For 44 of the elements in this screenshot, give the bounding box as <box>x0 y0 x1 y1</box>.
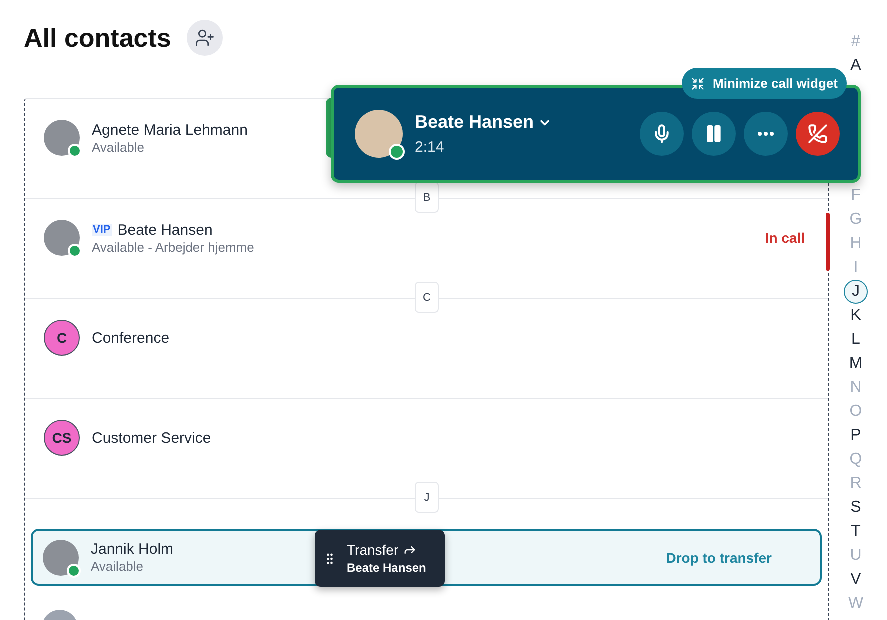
transfer-drag-chip[interactable]: Transfer Beate Hansen <box>315 530 445 587</box>
call-duration: 2:14 <box>415 139 446 156</box>
vip-tag: VIP <box>92 224 112 236</box>
index-letter[interactable]: K <box>848 304 864 328</box>
microphone-icon <box>652 124 672 144</box>
contact-name: Agnete Maria Lehmann <box>92 122 248 138</box>
pause-icon <box>704 124 724 144</box>
caller-name[interactable]: Beate Hansen <box>415 112 628 133</box>
microphone-button[interactable] <box>640 112 684 156</box>
pause-button[interactable] <box>692 112 736 156</box>
transfer-label: Transfer <box>347 542 426 558</box>
minimize-button[interactable]: Minimize call widget <box>682 68 847 99</box>
minimize-icon <box>691 76 705 90</box>
contact-name: Jannik Holm <box>91 541 174 558</box>
index-letter[interactable]: T <box>848 520 864 544</box>
index-letter[interactable]: L <box>848 328 864 352</box>
section-letter: B <box>415 182 439 213</box>
add-contact-button[interactable] <box>187 20 224 56</box>
index-letter[interactable]: M <box>848 352 864 376</box>
contact-status: Available <box>92 140 145 154</box>
contact-name: Conference <box>92 330 170 346</box>
phone-hang-up-icon <box>808 124 828 144</box>
initials-avatar: CS <box>44 420 80 456</box>
contact-name: Customer Service <box>92 430 212 446</box>
index-letter[interactable]: S <box>848 496 864 520</box>
page-title: All contacts <box>24 22 172 54</box>
in-call-indicator <box>826 213 830 271</box>
contact-status: Available - Arbejder hjemme <box>92 240 254 254</box>
index-letter[interactable]: P <box>848 424 864 448</box>
drop-label: Drop to transfer <box>666 550 772 566</box>
hang-up-button[interactable] <box>796 112 840 156</box>
add-user-icon <box>195 28 216 48</box>
transfer-contact-name: Beate Hansen <box>347 561 426 575</box>
index-letter[interactable]: A <box>848 54 864 78</box>
call-status: In call <box>765 230 805 246</box>
index-letter[interactable]: J <box>844 280 868 304</box>
contact-status: Available <box>91 559 144 574</box>
initials-avatar: C <box>44 320 80 356</box>
more-icon <box>758 132 774 136</box>
contact-name: Beate Hansen <box>118 222 213 238</box>
section-letter: C <box>415 282 439 313</box>
more-button[interactable] <box>744 112 788 156</box>
section-letter: J <box>415 482 439 513</box>
index-letter[interactable]: V <box>848 568 864 592</box>
